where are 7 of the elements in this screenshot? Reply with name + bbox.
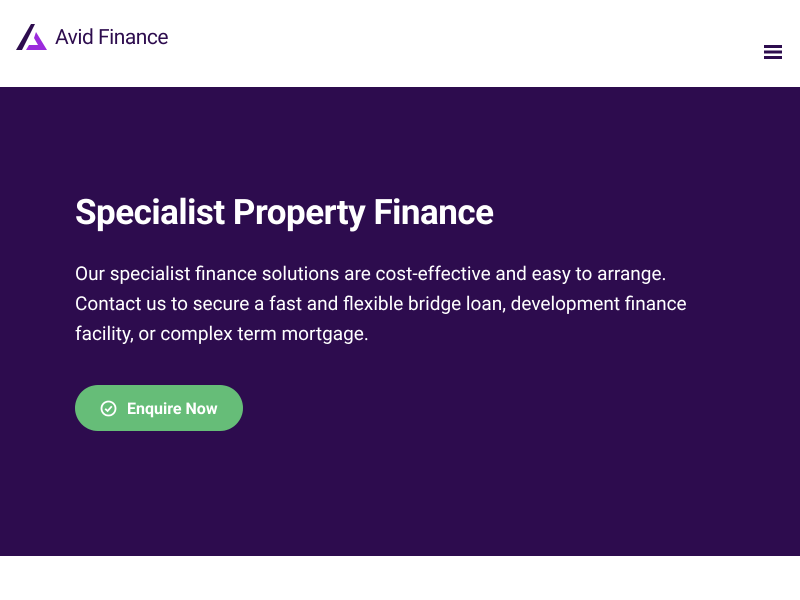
enquire-button[interactable]: Enquire Now: [75, 385, 243, 431]
logo-text: Avid Finance: [55, 26, 168, 50]
check-circle-icon: [100, 400, 117, 416]
logo-icon: [16, 24, 48, 52]
hero-title: Specialist Property Finance: [75, 192, 495, 233]
menu-icon[interactable]: [764, 44, 782, 58]
hero-text: Our specialist finance solutions are cost-effective and easy to arrange. Contact us to secure a fast and flexible bridge loan, development finance facility, or complex term mortgage.: [75, 261, 688, 347]
